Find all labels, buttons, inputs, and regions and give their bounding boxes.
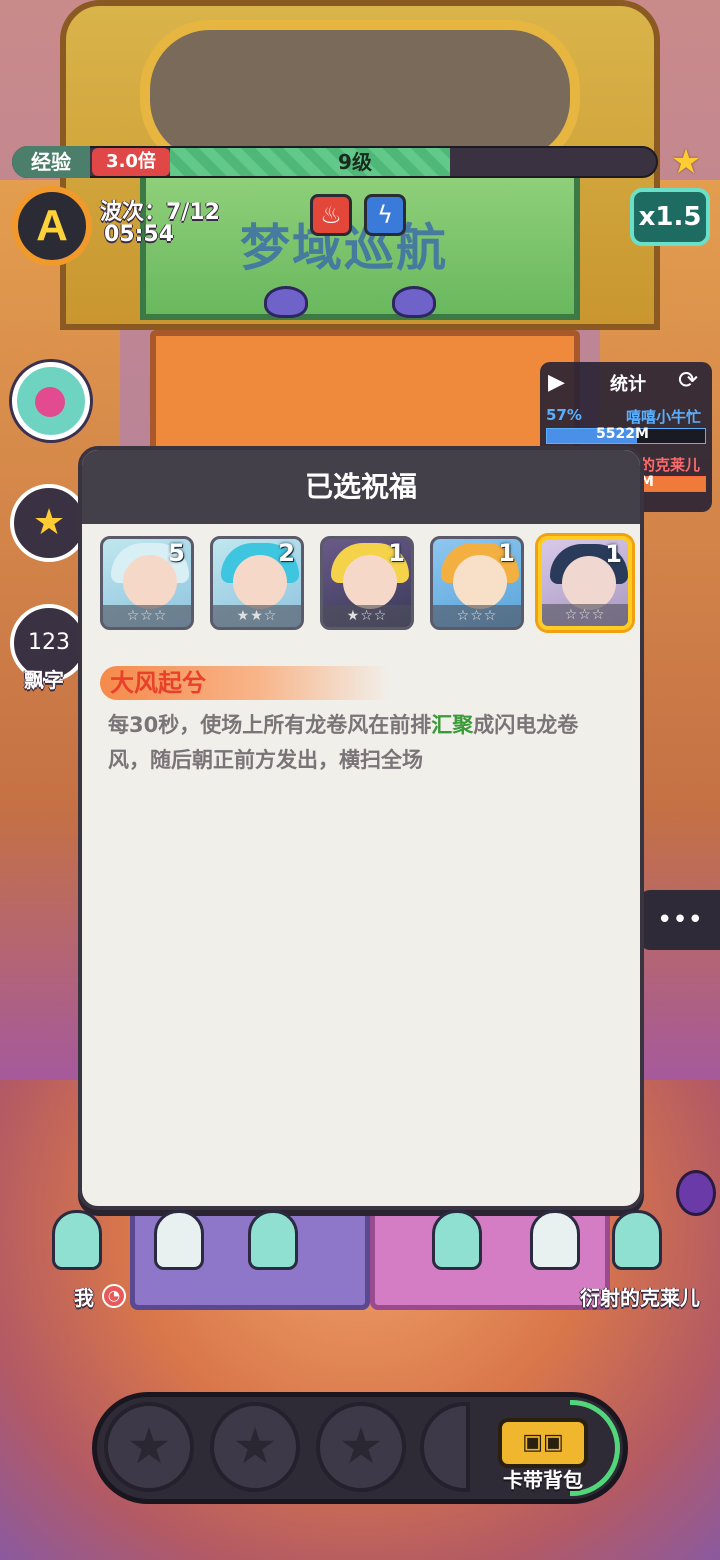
unit-character <box>248 1210 298 1270</box>
card-level: 1 <box>498 539 515 567</box>
enemy-monster <box>392 286 436 318</box>
card-stars: ☆☆☆ <box>103 605 191 627</box>
card-stars: ☆☆☆ <box>433 605 521 627</box>
stats-percent: 57% <box>546 406 582 424</box>
stats-title: 统计 <box>610 374 646 395</box>
player-avatar[interactable] <box>12 362 90 440</box>
blessing-description: 每30秒，使场上所有龙卷风在前排汇聚成闪电龙卷风，随后朝正前方发出，横扫全场 <box>108 708 618 778</box>
card-level: 5 <box>168 539 185 567</box>
player2-name: 的克莱儿 <box>640 456 701 474</box>
opponent-character <box>612 1210 662 1270</box>
blessing-modal: 已选祝福 5 ☆☆☆ 2 ★★☆ 1 ★☆☆ 1 ☆☆☆ 1 ☆☆☆ 大风起兮 … <box>78 446 644 1210</box>
card-level: 1 <box>605 540 622 568</box>
fire-element-icon[interactable]: ♨ <box>310 194 352 236</box>
unit-character <box>154 1210 204 1270</box>
blessing-star-button[interactable]: ★ <box>10 484 88 562</box>
desc-part1: 每30秒，使场上所有龙卷风在前排 <box>108 713 432 737</box>
timer: 05:54 <box>104 222 175 247</box>
float-text-label: 飘字 <box>24 668 64 692</box>
player1-name: 嘻嘻小牛忙 <box>626 408 702 426</box>
speed-button[interactable]: x1.5 <box>630 188 710 246</box>
emote-icon[interactable]: ◔ <box>102 1284 126 1308</box>
blessing-card[interactable]: 1 ★☆☆ <box>320 536 414 630</box>
empty-card-slot[interactable]: ★ <box>316 1402 406 1492</box>
blessing-cards: 5 ☆☆☆ 2 ★★☆ 1 ★☆☆ 1 ☆☆☆ 1 ☆☆☆ <box>100 536 632 636</box>
modal-title: 已选祝福 <box>82 450 640 524</box>
level-text: 9级 <box>338 150 372 174</box>
card-level: 1 <box>388 539 405 567</box>
blessing-card-selected[interactable]: 1 ☆☆☆ <box>538 536 632 630</box>
chat-icon[interactable]: ••• <box>640 890 720 950</box>
card-level: 2 <box>278 539 295 567</box>
player1-value: 5522M <box>596 426 649 442</box>
empty-card-slot[interactable]: ★ <box>104 1402 194 1492</box>
opponent-name-label: 衍射的克莱儿 <box>580 1286 700 1310</box>
rank-badge[interactable]: A <box>12 186 92 266</box>
play-icon[interactable]: ▶ <box>548 370 565 395</box>
blessing-card[interactable]: 5 ☆☆☆ <box>100 536 194 630</box>
blessing-card[interactable]: 2 ★★☆ <box>210 536 304 630</box>
card-stars: ★★☆ <box>213 605 301 627</box>
exp-multiplier: 3.0倍 <box>92 148 170 176</box>
card-stars: ☆☆☆ <box>542 604 628 626</box>
card-stars: ★☆☆ <box>323 605 411 627</box>
enemy-monster <box>264 286 308 318</box>
exp-label: 经验 <box>12 146 90 178</box>
desc-highlight: 汇聚 <box>431 713 474 737</box>
lightning-element-icon[interactable]: ϟ <box>364 194 406 236</box>
refresh-icon[interactable]: ⟳ <box>678 366 698 394</box>
blessing-card[interactable]: 1 ☆☆☆ <box>430 536 524 630</box>
empty-card-slot[interactable]: ★ <box>210 1402 300 1492</box>
bag-label: 卡带背包 <box>503 1468 583 1492</box>
my-name-label: 我 <box>74 1286 94 1310</box>
cassette-bag-icon[interactable]: ▣▣ <box>498 1418 588 1468</box>
avatar-face <box>35 387 65 417</box>
star-icon[interactable]: ★ <box>664 142 708 182</box>
unit-character <box>530 1210 580 1270</box>
my-character <box>52 1210 102 1270</box>
eggplant-icon <box>676 1170 716 1216</box>
unit-character <box>432 1210 482 1270</box>
blessing-name: 大风起兮 <box>110 669 206 697</box>
